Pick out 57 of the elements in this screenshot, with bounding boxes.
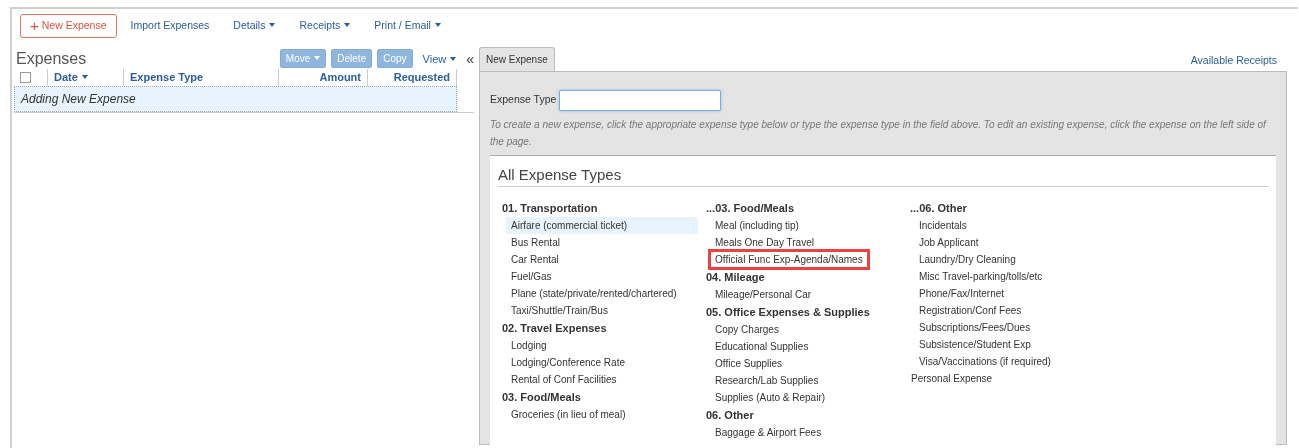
category-heading: 02. Travel Expenses	[501, 320, 608, 336]
expense-type-item[interactable]: Educational Supplies	[710, 337, 814, 355]
hint-text: To create a new expense, click the appropriate expense type below or type the expense type in the field above. To edit an existing expense, click the expense on the left side of the page.	[490, 117, 1268, 149]
expense-type-item[interactable]: Rental of Conf Facilities	[506, 370, 622, 388]
expense-type-item[interactable]: Registration/Conf Fees	[914, 301, 1027, 319]
category-heading: 06. Other	[705, 407, 755, 423]
category-heading: 04. Mileage	[705, 269, 766, 285]
panel-title: Expenses	[16, 49, 88, 69]
column-header[interactable]: Expense Type	[130, 69, 204, 86]
expense-type-item[interactable]: Subscriptions/Fees/Dues	[914, 318, 1036, 336]
field-label: Expense Type	[490, 92, 557, 108]
expense-type-item[interactable]: Lodging/Conference Rate	[506, 353, 630, 371]
category-heading: ...06. Other	[909, 200, 968, 216]
column-header[interactable]: Amount	[319, 69, 361, 86]
expense-type-item[interactable]: Airfare (commercial ticket)	[506, 216, 698, 234]
expense-type-item[interactable]: Plane (state/private/rented/chartered)	[506, 284, 682, 302]
section-title: All Expense Types	[498, 165, 1268, 187]
expense-type-item[interactable]: Job Applicant	[914, 233, 984, 251]
expense-type-item[interactable]: Research/Lab Supplies	[710, 371, 824, 389]
category-heading: 05. Office Expenses & Supplies	[705, 304, 871, 320]
toolbar-link[interactable]: Print / Email	[374, 18, 441, 34]
toolbar-link[interactable]: Import Expenses	[130, 18, 210, 34]
expense-type-item[interactable]: Meal (including tip)	[710, 216, 804, 234]
category-heading: 03. Food/Meals	[501, 389, 582, 405]
collapse-button[interactable]: «	[466, 53, 474, 64]
expense-type-item[interactable]: Mileage/Personal Car	[710, 285, 817, 303]
column-header[interactable]: Requested	[393, 69, 450, 86]
category-heading: 01. Transportation	[501, 200, 599, 216]
toolbar-link[interactable]: Details	[233, 18, 276, 34]
expense-type-field[interactable]	[559, 89, 722, 111]
expense-type-item[interactable]: Visa/Vaccinations (if required)	[914, 352, 1056, 370]
expense-type-item[interactable]: Incidentals	[914, 216, 972, 234]
column-header[interactable]: Date	[54, 69, 88, 86]
expense-type-item[interactable]: Office Supplies	[710, 354, 788, 372]
expense-type-item[interactable]: Supplies (Auto & Repair)	[710, 388, 831, 406]
select-all-checkbox[interactable]	[20, 71, 31, 83]
expense-type-item[interactable]: Lodging	[506, 336, 552, 354]
expense-type-item[interactable]: Baggage & Airport Fees	[710, 423, 827, 441]
expense-type-item[interactable]: Personal Expense	[906, 369, 998, 387]
expense-type-item[interactable]: Car Rental	[506, 250, 564, 268]
available-receipts-link[interactable]: Available Receipts	[1190, 53, 1287, 71]
expense-type-item[interactable]: Groceries (in lieu of meal)	[506, 405, 631, 423]
category-heading: ...03. Food/Meals	[705, 200, 796, 216]
expense-type-item[interactable]: Misc Travel-parking/tolls/etc	[914, 267, 1048, 285]
expense-type-item[interactable]: Fuel/Gas	[506, 267, 557, 285]
expense-type-item[interactable]: Bus Rental	[506, 233, 565, 251]
expense-type-item[interactable]: Copy Charges	[710, 320, 784, 338]
view-menu[interactable]: View	[422, 50, 457, 67]
expense-type-item[interactable]: Laundry/Dry Cleaning	[914, 250, 1021, 268]
tab[interactable]: New Expense	[479, 46, 555, 71]
toolbar-link[interactable]: Receipts	[299, 18, 351, 34]
expense-row[interactable]: Adding New Expense	[14, 85, 457, 112]
expense-type-item[interactable]: Phone/Fax/Internet	[914, 284, 1010, 302]
expense-type-item[interactable]: Meals One Day Travel	[710, 233, 819, 251]
expense-type-item[interactable]: Official Func Exp-Agenda/Names	[710, 250, 868, 268]
expense-type-item[interactable]: Taxi/Shuttle/Train/Bus	[506, 301, 613, 319]
expense-type-item[interactable]: Subsistence/Student Exp	[914, 335, 1036, 353]
